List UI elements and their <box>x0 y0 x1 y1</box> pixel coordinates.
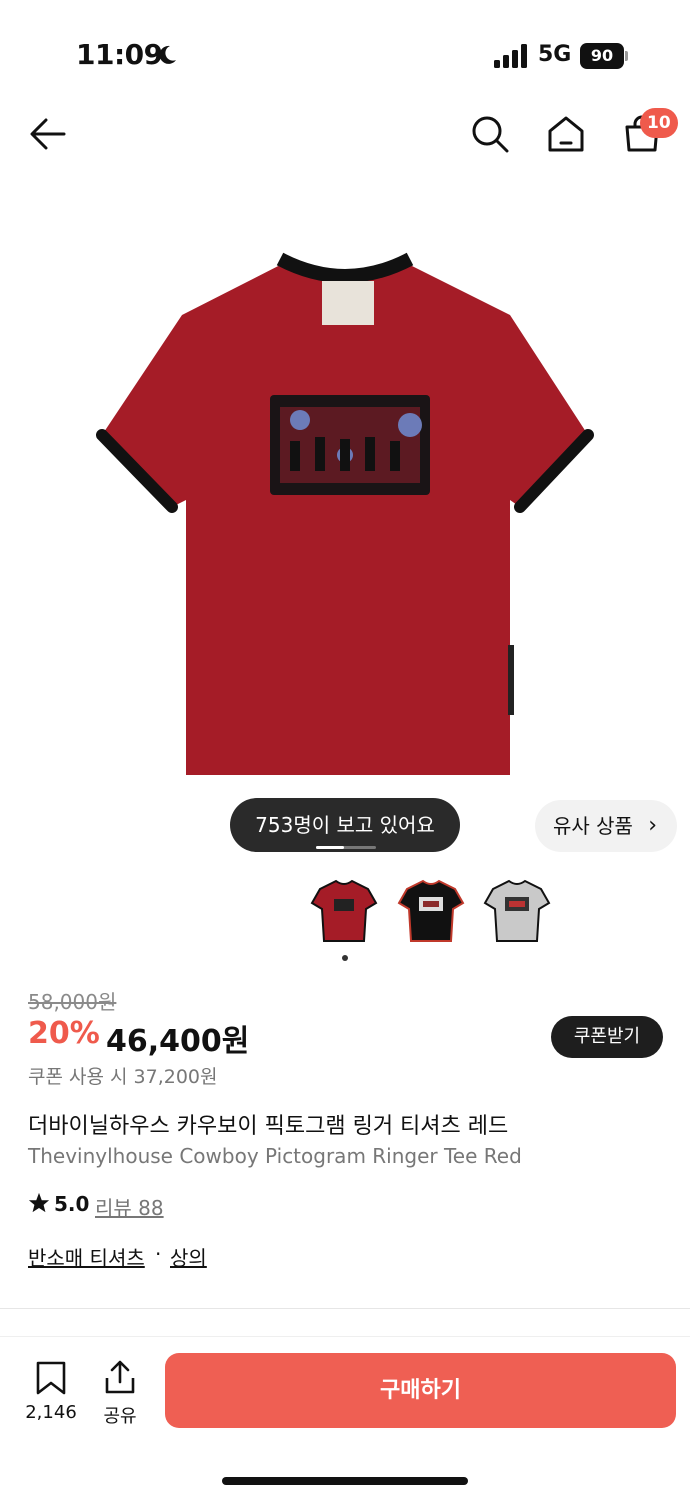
similar-products-label: 유사 상품 <box>553 814 633 838</box>
similar-products-button[interactable]: 유사 상품 › <box>535 800 677 852</box>
product-title-ko: 더바이닐하우스 카우보이 픽토그램 링거 티셔츠 레드 <box>28 1114 509 1139</box>
viewers-pill: 753명이 보고 있어요 <box>230 798 460 852</box>
network-label: 5G <box>538 42 572 67</box>
gallery-pager <box>316 846 376 849</box>
thumbnail-gray[interactable] <box>483 875 551 945</box>
coupon-price: 쿠폰 사용 시 37,200원 <box>28 1066 218 1088</box>
original-price: 58,000원 <box>28 990 117 1014</box>
chevron-right-icon: › <box>648 813 657 838</box>
buy-button[interactable]: 구매하기 <box>165 1353 676 1428</box>
signal-icon <box>494 44 527 68</box>
product-title-en: Thevinylhouse Cowboy Pictogram Ringer Te… <box>28 1144 522 1168</box>
get-coupon-button[interactable]: 쿠폰받기 <box>551 1016 663 1058</box>
category-separator: · <box>155 1242 162 1266</box>
rating-score: 5.0 <box>54 1192 90 1216</box>
moon-icon <box>159 45 176 64</box>
thumbnail-indicator-dot <box>342 955 348 961</box>
status-bar: 11:09 5G 90 <box>0 0 690 100</box>
home-indicator <box>222 1477 468 1485</box>
review-link[interactable]: 리뷰 88 <box>95 1192 164 1221</box>
battery-cap <box>625 51 628 61</box>
top-nav <box>0 100 690 180</box>
sale-price: 46,400원 <box>106 1024 250 1059</box>
star-icon <box>28 1192 50 1213</box>
cart-count-badge: 10 <box>640 108 678 138</box>
share-icon[interactable] <box>101 1358 139 1396</box>
category-link-short-sleeve[interactable]: 반소매 티셔츠 <box>28 1242 145 1271</box>
battery-level: 90 <box>580 43 624 69</box>
product-image[interactable] <box>90 245 600 785</box>
status-time: 11:09 <box>76 38 163 71</box>
bookmark-count: 2,146 <box>25 1402 77 1423</box>
back-arrow-icon[interactable] <box>28 114 68 154</box>
battery-icon: 90 <box>580 43 628 69</box>
thumbnail-black[interactable] <box>397 875 465 945</box>
category-link-tops[interactable]: 상의 <box>170 1242 207 1271</box>
section-divider <box>0 1308 690 1309</box>
gallery-pager-fill <box>316 846 344 849</box>
home-icon[interactable] <box>546 114 586 154</box>
bookmark-icon[interactable] <box>33 1360 69 1396</box>
thumbnail-red[interactable] <box>310 875 378 945</box>
share-label: 공유 <box>103 1406 137 1427</box>
discount-rate: 20% <box>28 1016 100 1051</box>
search-icon[interactable] <box>470 114 510 154</box>
